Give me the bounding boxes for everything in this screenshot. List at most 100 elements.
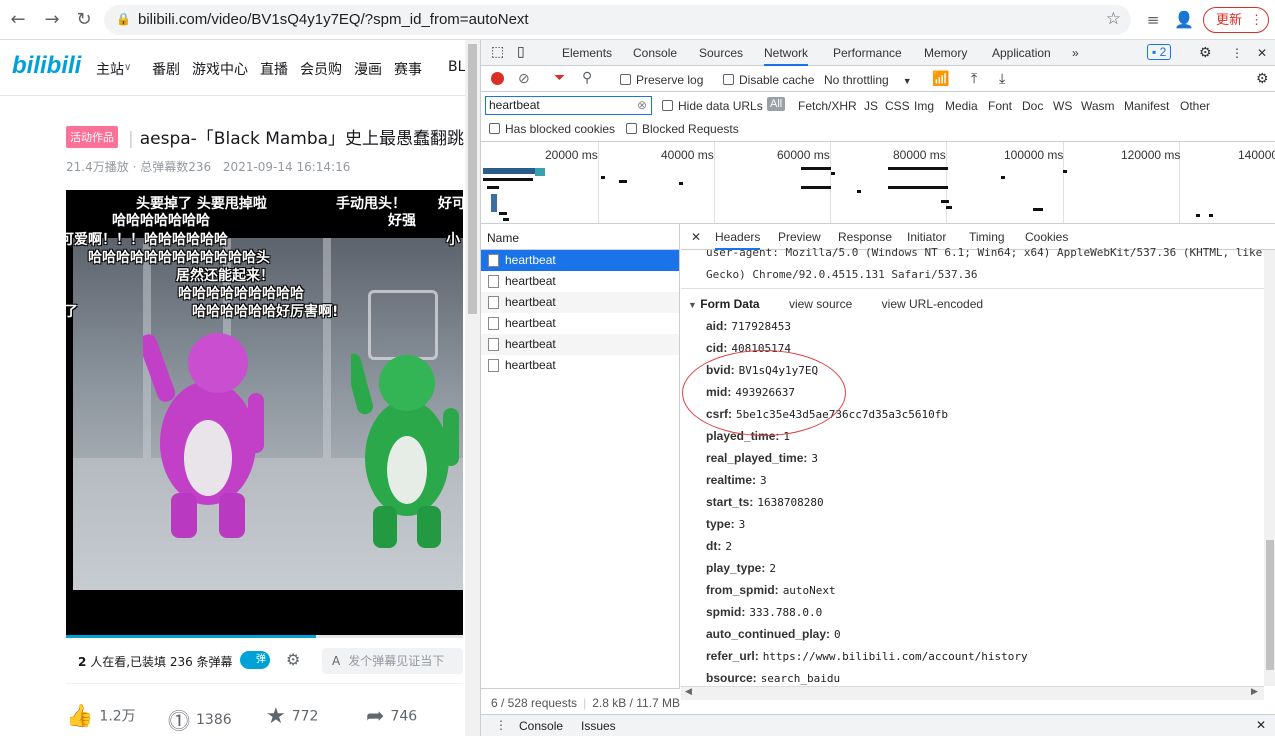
tab-elements[interactable]: Elements <box>562 46 612 60</box>
tab-console[interactable]: Console <box>633 46 677 60</box>
search-icon[interactable]: ⚲ <box>582 69 592 86</box>
view-url-encoded-link[interactable]: view URL-encoded <box>882 297 983 311</box>
nav-item-esports[interactable]: 赛事 <box>394 59 422 79</box>
device-toolbar-icon[interactable]: ▯ <box>517 43 525 60</box>
nav-item-bl[interactable]: BL <box>448 59 465 75</box>
tab-memory[interactable]: Memory <box>924 46 967 60</box>
font-style-icon[interactable]: A <box>332 654 340 668</box>
clear-icon[interactable]: ⊘ <box>518 70 530 87</box>
favorite-count: 772 <box>291 708 319 725</box>
danmaku-toggle[interactable]: 弹 <box>240 651 270 669</box>
export-har-icon[interactable]: ⤓ <box>999 70 1005 87</box>
record-icon[interactable] <box>491 72 504 85</box>
request-row[interactable]: heartbeat <box>481 271 679 292</box>
import-har-icon[interactable]: ⤒ <box>971 70 977 87</box>
video-player[interactable]: 头要掉了 头要甩掉啦 手动甩头！ 好可 哈哈哈哈哈哈哈 好强 可爱啊！！！哈哈哈… <box>66 190 463 635</box>
tab-network[interactable]: Network <box>764 46 809 66</box>
preserve-log-checkbox[interactable]: Preserve log <box>620 73 703 87</box>
blocked-cookies-checkbox[interactable]: Has blocked cookies <box>489 122 615 136</box>
filter-type-fetch[interactable]: Fetch/XHR <box>798 99 857 113</box>
hide-data-urls-checkbox[interactable]: Hide data URLs <box>662 99 763 113</box>
tab-performance[interactable]: Performance <box>833 46 902 60</box>
disable-cache-checkbox[interactable]: Disable cache <box>723 73 814 87</box>
nav-item-manga[interactable]: 漫画 <box>354 59 382 79</box>
nav-item-anime[interactable]: 番剧 <box>152 59 180 79</box>
more-tabs-icon[interactable]: » <box>1072 46 1079 60</box>
request-row[interactable]: heartbeat <box>481 355 679 376</box>
expand-triangle-icon[interactable]: ▼ <box>688 300 697 310</box>
tab-preview[interactable]: Preview <box>778 230 821 244</box>
nav-item-main[interactable]: 主站 <box>96 59 124 79</box>
request-row[interactable]: heartbeat <box>481 313 679 334</box>
favorite-button[interactable]: ★ 772 <box>266 704 318 729</box>
back-icon[interactable]: ← <box>6 8 30 32</box>
url-text[interactable]: bilibili.com/video/BV1sQ4y1y7EQ/?spm_id_… <box>138 11 529 28</box>
nav-item-live[interactable]: 直播 <box>260 59 288 79</box>
form-data-value: 3 <box>760 474 767 487</box>
coin-button[interactable]: ⓵ 1386 <box>168 704 232 736</box>
request-row[interactable]: heartbeat <box>481 292 679 313</box>
drawer-menu-icon[interactable]: ⋮ <box>495 718 507 732</box>
bilibili-logo[interactable]: bilibili <box>12 52 81 80</box>
filter-type-manifest[interactable]: Manifest <box>1124 99 1169 113</box>
reload-icon[interactable]: ↻ <box>72 8 96 32</box>
filter-type-js[interactable]: JS <box>864 99 878 113</box>
clear-filter-icon[interactable]: ⊗ <box>637 97 647 114</box>
filter-type-media[interactable]: Media <box>945 99 978 113</box>
close-devtools-icon[interactable]: ✕ <box>1257 46 1267 60</box>
tab-application[interactable]: Application <box>992 46 1051 60</box>
filter-input[interactable]: heartbeat ⊗ <box>485 96 652 115</box>
tab-sources[interactable]: Sources <box>699 46 743 60</box>
inspect-icon[interactable]: ⬚ <box>491 43 504 60</box>
request-row[interactable]: heartbeat <box>481 334 679 355</box>
chevron-down-icon[interactable]: ∨ <box>124 62 131 73</box>
settings-gear-icon[interactable]: ⚙ <box>1199 44 1212 61</box>
filter-funnel-icon[interactable]: ⏷ <box>554 69 565 86</box>
tab-cookies[interactable]: Cookies <box>1025 230 1068 244</box>
name-column-header[interactable]: Name <box>481 224 679 250</box>
tab-timing[interactable]: Timing <box>969 230 1005 244</box>
network-timeline-overview[interactable]: 20000 ms 40000 ms 60000 ms 80000 ms 1000… <box>481 142 1275 224</box>
filter-type-ws[interactable]: WS <box>1053 99 1072 113</box>
filter-type-other[interactable]: Other <box>1180 99 1210 113</box>
detail-scrollbar[interactable] <box>1264 250 1275 686</box>
network-conditions-icon[interactable]: 📶 <box>932 70 949 87</box>
filter-type-css[interactable]: CSS <box>885 99 910 113</box>
like-button[interactable]: 👍 1.2万 <box>66 704 136 729</box>
activity-tag[interactable]: 活动作品 <box>66 126 118 148</box>
danmaku-input[interactable]: A 发个弹幕见证当下 <box>322 648 463 674</box>
view-source-link[interactable]: view source <box>789 297 852 311</box>
nav-item-game[interactable]: 游戏中心 <box>192 59 248 79</box>
danmaku-settings-icon[interactable]: ⚙ <box>286 650 300 669</box>
devtools-menu-icon[interactable]: ⋮ <box>1231 46 1243 60</box>
nav-item-shop[interactable]: 会员购 <box>300 59 342 79</box>
blocked-requests-checkbox[interactable]: Blocked Requests <box>626 122 739 136</box>
profile-icon[interactable]: 👤 <box>1172 8 1196 32</box>
tab-response[interactable]: Response <box>838 230 892 244</box>
filter-type-img[interactable]: Img <box>914 99 934 113</box>
filter-type-font[interactable]: Font <box>988 99 1012 113</box>
drawer-tab-console[interactable]: Console <box>519 719 563 733</box>
page-scrollbar[interactable] <box>465 40 480 736</box>
share-button[interactable]: ➦ 746 <box>366 704 417 729</box>
update-button[interactable]: 更新 ⋮ <box>1203 7 1269 33</box>
bookmark-star-icon[interactable]: ☆ <box>1106 9 1121 29</box>
issues-badge[interactable]: ▪ 2 <box>1147 44 1172 60</box>
filter-type-wasm[interactable]: Wasm <box>1081 99 1115 113</box>
reading-list-icon[interactable]: ≡ <box>1141 8 1165 32</box>
filter-type-all[interactable]: All <box>767 97 786 111</box>
detail-horizontal-scrollbar[interactable]: ◀ ▶ <box>681 686 1264 700</box>
request-row[interactable]: heartbeat <box>481 250 679 271</box>
network-settings-icon[interactable]: ⚙ <box>1256 70 1269 87</box>
form-data-value: 3 <box>811 452 819 465</box>
forward-icon[interactable]: → <box>40 8 64 32</box>
drawer-tab-issues[interactable]: Issues <box>581 719 616 733</box>
close-detail-icon[interactable]: ✕ <box>691 230 701 244</box>
throttling-select[interactable]: No throttling ▼ <box>824 73 912 87</box>
tab-initiator[interactable]: Initiator <box>907 230 946 244</box>
form-data-key: play_type: <box>706 561 766 575</box>
filter-type-doc[interactable]: Doc <box>1022 99 1043 113</box>
form-data-section[interactable]: ▼ Form Data view source view URL-encoded <box>688 297 983 311</box>
close-drawer-icon[interactable]: ✕ <box>1256 718 1266 732</box>
address-bar[interactable]: 🔒 bilibili.com/video/BV1sQ4y1y7EQ/?spm_i… <box>104 5 1131 35</box>
